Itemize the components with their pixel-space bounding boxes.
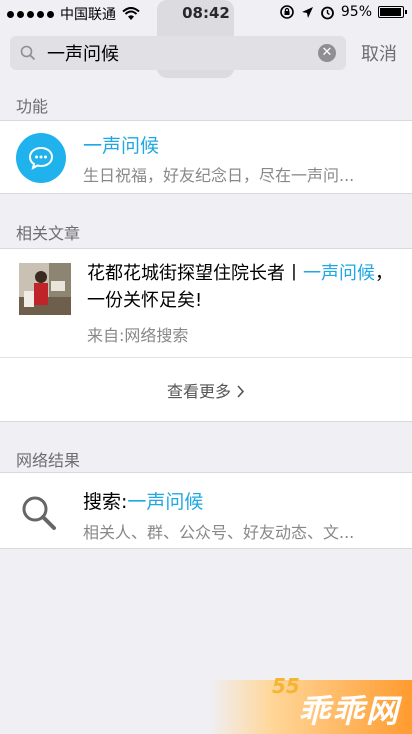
watermark-number: 55	[272, 674, 300, 698]
search-icon	[22, 496, 56, 530]
section-header-articles: 相关文章	[16, 224, 81, 243]
rotation-lock-icon	[280, 5, 294, 19]
web-result-description: 相关人、群、公众号、好友动态、文...	[83, 523, 355, 542]
search-icon	[20, 45, 36, 61]
section-header-function: 功能	[16, 97, 49, 116]
search-box[interactable]: ✕	[10, 36, 346, 70]
web-result-item[interactable]: 搜索:一声问候 相关人、群、公众号、好友动态、文...	[0, 472, 412, 549]
article-source: 来自:网络搜索	[87, 326, 189, 345]
function-title: 一声问候	[83, 135, 160, 157]
view-more-label: 查看更多	[166, 382, 231, 401]
article-thumbnail	[19, 263, 71, 315]
clear-search-button[interactable]: ✕	[318, 44, 336, 62]
web-result-title: 搜索:一声问候	[83, 487, 203, 514]
cancel-button[interactable]: 取消	[361, 40, 397, 66]
battery-percent: 95%	[340, 4, 372, 20]
battery-level	[380, 8, 401, 16]
divider	[0, 357, 412, 358]
watermark-logo: 55 乖乖网	[210, 674, 412, 734]
watermark-text: 乖乖网	[297, 692, 400, 730]
chevron-right-icon	[237, 385, 245, 398]
article-title[interactable]: 花都花城街探望住院长者丨一声问候，一份关怀足矣!	[87, 260, 393, 314]
web-title-prefix: 搜索:	[83, 491, 128, 513]
section-header-web: 网络结果	[16, 451, 81, 470]
location-arrow-icon	[301, 6, 313, 18]
article-title-prefix: 花都花城街探望住院长者丨	[87, 263, 303, 284]
search-input[interactable]	[47, 36, 317, 70]
function-result-item[interactable]: 一声问候 生日祝福，好友纪念日，尽在一声问...	[0, 120, 412, 194]
battery-icon	[378, 6, 407, 18]
status-right: 95%	[279, 4, 407, 20]
web-title-highlight: 一声问候	[127, 491, 204, 513]
chat-bubble-icon	[16, 133, 66, 183]
view-more-button[interactable]: 查看更多	[0, 378, 412, 402]
function-description: 生日祝福，好友纪念日，尽在一声问...	[83, 166, 355, 185]
article-title-highlight: 一声问候	[303, 263, 375, 284]
alarm-clock-icon	[320, 6, 334, 19]
articles-card: 花都花城街探望住院长者丨一声问候，一份关怀足矣! 来自:网络搜索 查看更多	[0, 248, 412, 422]
search-bar: ✕ 取消	[0, 28, 412, 78]
